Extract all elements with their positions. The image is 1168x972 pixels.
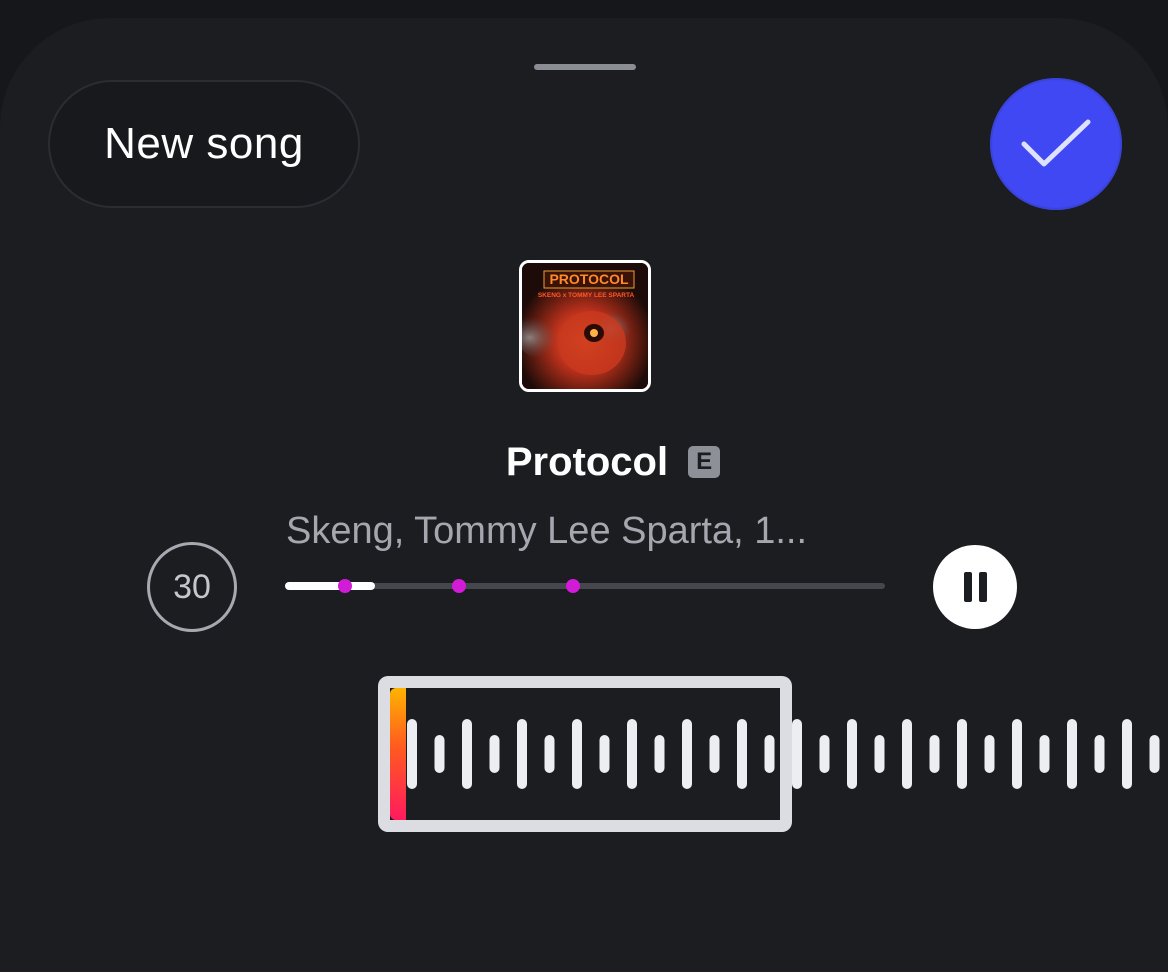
pause-icon [978, 572, 987, 602]
waveform-bar [792, 719, 802, 789]
waveform-bar [874, 735, 885, 773]
clip-selection-frame[interactable] [378, 676, 792, 832]
checkmark-icon [1021, 119, 1091, 167]
pause-icon [963, 572, 972, 602]
waveform-bar [1149, 735, 1160, 773]
cover-title-text: PROTOCOL [549, 271, 629, 287]
sheet-grabber-handle[interactable] [534, 64, 636, 70]
chapter-marker [452, 579, 466, 593]
progress-fill [285, 582, 375, 590]
explicit-badge: E [688, 446, 721, 478]
chapter-marker [338, 579, 352, 593]
waveform-bar [984, 735, 995, 773]
cover-subtitle-text: SKENG x TOMMY LEE SPARTA [538, 292, 635, 299]
waveform-bar [1122, 719, 1132, 789]
waveform-bar [1012, 719, 1022, 789]
waveform-bar [1039, 735, 1050, 773]
artist-names: Skeng, Tommy Lee Sparta, 1... [286, 510, 808, 552]
waveform-bar [902, 719, 912, 789]
waveform-bar [1067, 719, 1077, 789]
waveform-bar [847, 719, 857, 789]
waveform-bar [929, 735, 940, 773]
confirm-button[interactable] [990, 78, 1122, 210]
waveform-bar [1094, 735, 1105, 773]
new-song-button[interactable]: New song [48, 80, 360, 208]
song-title: Protocol [505, 439, 669, 484]
clip-start-handle[interactable] [390, 688, 406, 820]
pause-button[interactable] [933, 545, 1017, 629]
clip-duration-button[interactable]: 30 [147, 542, 237, 632]
waveform-bar [957, 719, 967, 789]
album-cover: PROTOCOL SKENG x TOMMY LEE SPARTA [519, 260, 651, 392]
waveform-bar [819, 735, 830, 773]
playback-progress-bar[interactable] [285, 579, 885, 593]
chapter-marker [566, 579, 580, 593]
title-row: Protocol E [0, 432, 1168, 492]
